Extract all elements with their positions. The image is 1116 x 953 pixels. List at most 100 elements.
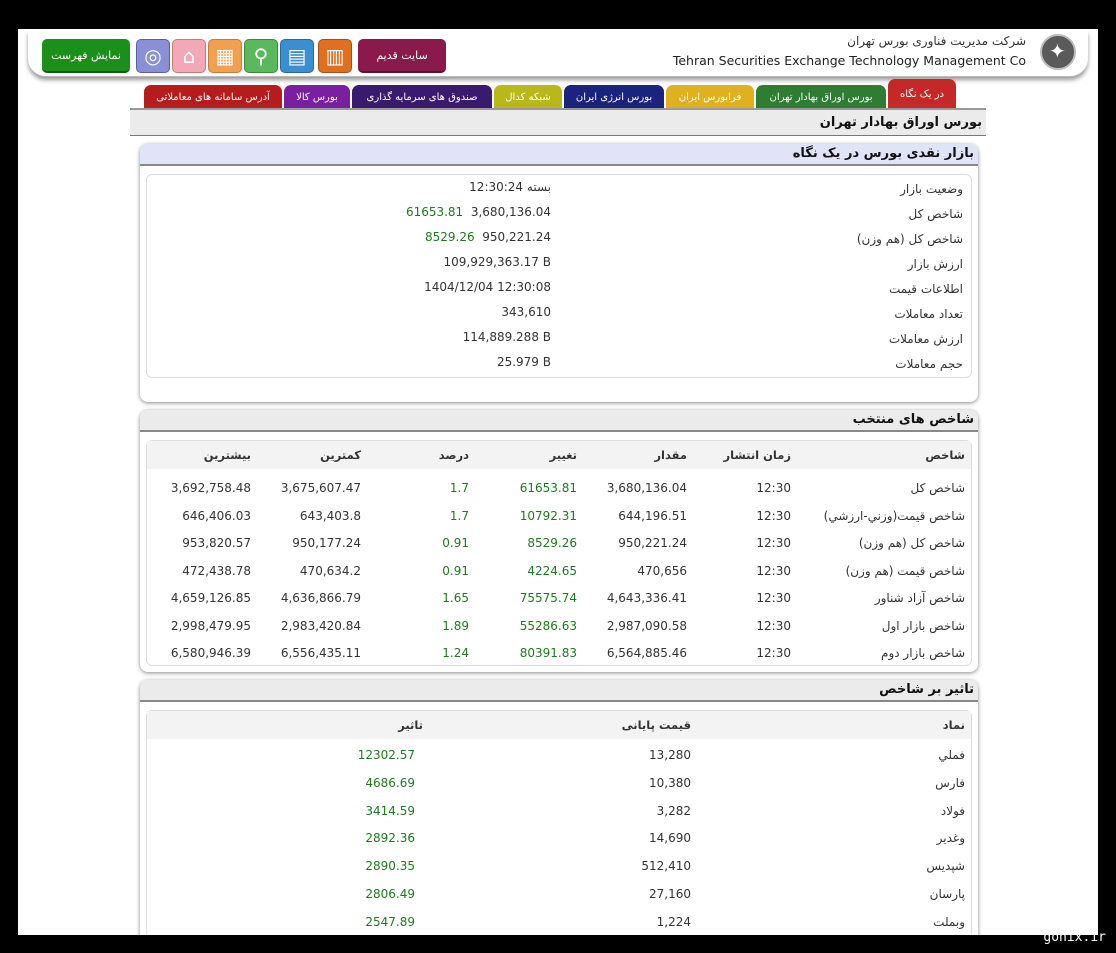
table-row: فولاد 3,282 3414.59 <box>147 797 971 824</box>
tab-codal[interactable]: شبکه کدال <box>494 85 562 109</box>
calculator-icon[interactable]: ▦ <box>208 39 242 73</box>
search-icon[interactable]: ⚲ <box>244 39 278 73</box>
table-row: شاخص بازار دوم 12:30 6,564,885.46 80391.83 1… <box>147 639 971 666</box>
table-cell[interactable]: فارس <box>935 776 965 790</box>
table-cell[interactable]: فولاد <box>941 804 965 818</box>
table-cell[interactable]: شپديس <box>926 859 965 873</box>
table-row: شاخص قیمت (هم وزن) 12:30 470,656 4224.65 0.9… <box>147 557 971 584</box>
table-cell: 470,634.2 <box>299 563 361 578</box>
home-icon[interactable]: ⌂ <box>172 39 206 73</box>
selected-indices-table: شاخص زمان انتشار مقدار تغییر درصد کمترین… <box>146 440 972 666</box>
company-name-fa: شرکت مدیریت فناوری بورس تهران <box>847 34 1026 48</box>
table-cell: 1.89 <box>442 618 469 633</box>
market-glance-title: بازار نقدی بورس در یک نگاه <box>140 144 978 166</box>
exchange-logo-icon <box>1040 34 1076 70</box>
column-header[interactable]: مقدار <box>654 448 687 462</box>
site-header: شرکت مدیریت فناوری بورس تهران Tehran Sec… <box>28 31 1088 77</box>
table-cell: 61653.81 <box>519 481 577 495</box>
table-cell: 0.91 <box>442 536 469 550</box>
table-cell: 2547.89 <box>365 914 415 929</box>
table-cell: شاخص بازار دوم <box>881 646 965 660</box>
table-cell: 6,556,435.11 <box>280 646 361 660</box>
table-cell[interactable]: فملي <box>938 748 965 762</box>
book-icon[interactable]: ▤ <box>280 39 314 73</box>
table-cell: 953,820.57 <box>182 536 251 550</box>
table-cell: 470,656 <box>637 563 687 578</box>
table-cell: 8529.26 <box>527 536 577 550</box>
table-header: نماد قیمت پایانی تاثیر <box>147 711 971 739</box>
column-header[interactable]: تاثیر <box>398 718 423 732</box>
index-impact-panel: تاثیر بر شاخص نماد قیمت پایانی تاثیر فمل… <box>140 680 978 935</box>
table-cell: 2892.36 <box>365 831 415 846</box>
tab-investment-funds[interactable]: صندوق های سرمایه گذاری <box>352 85 492 109</box>
table-cell: 10,380 <box>649 775 691 790</box>
tab-trading-systems[interactable]: آدرس سامانه های معاملاتی <box>144 85 282 109</box>
table-row: وغدير 14,690 2892.36 <box>147 824 971 851</box>
table-cell: 13,280 <box>649 748 691 762</box>
table-cell: 3414.59 <box>365 803 415 818</box>
table-cell: 12:30 <box>756 536 791 550</box>
table-row: شاخص قیمت(وزني-ارزشي) 12:30 644,196.51 1079… <box>147 502 971 529</box>
table-cell: 6,580,946.39 <box>170 646 251 660</box>
table-cell: شاخص کل <box>910 481 965 495</box>
tab-at-a-glance[interactable]: در یک نگاه <box>888 79 956 109</box>
tab-ifb[interactable]: فرابورس ایران <box>666 85 754 109</box>
table-cell: 12:30 <box>756 508 791 523</box>
market-glance-panel: بازار نقدی بورس در یک نگاه وضعیت بازار بس… <box>140 144 978 402</box>
table-cell: 14,690 <box>649 831 691 846</box>
column-header[interactable]: قیمت پایانی <box>622 718 691 732</box>
column-header[interactable]: شاخص <box>925 448 965 462</box>
tab-energy-exchange[interactable]: بورس انرژی ایران <box>564 85 664 109</box>
table-cell: 2,987,090.58 <box>606 618 687 633</box>
table-row: شاخص کل 12:30 3,680,136.04 61653.81 1.7 3,675… <box>147 474 971 501</box>
table-cell: 4,643,336.41 <box>606 591 687 605</box>
table-row: فارس 10,380 4686.69 <box>147 769 971 796</box>
table-cell: 10792.31 <box>519 508 577 523</box>
table-cell[interactable]: وغدير <box>937 831 965 845</box>
list-item: ارزش معاملات 114,889.288 B <box>462 330 963 346</box>
selected-indices-title: شاخص های منتخب <box>140 410 978 432</box>
table-cell: 27,160 <box>649 887 691 901</box>
page-title: بورس اوراق بهادار تهران <box>130 108 986 136</box>
old-site-button[interactable]: سایت قدیم <box>358 39 446 73</box>
table-cell: شاخص کل (هم وزن) <box>858 536 965 550</box>
table-row: فملي 13,280 12302.57 <box>147 741 971 768</box>
column-header[interactable]: نماد <box>943 718 965 732</box>
market-glance-list: وضعیت بازار بسته 12:30:24 شاخص کل 61653.81… <box>146 174 972 378</box>
column-header[interactable]: درصد <box>439 448 469 462</box>
table-cell: 12:30 <box>756 481 791 495</box>
tab-tehran-stock-exchange[interactable]: بورس اوراق بهادار تهران <box>756 85 886 109</box>
table-cell: 55286.63 <box>519 618 577 633</box>
company-name-en: Tehran Securities Exchange Technology Ma… <box>672 53 1026 68</box>
table-cell: 3,675,607.47 <box>280 481 361 495</box>
table-cell: 1.24 <box>442 646 469 660</box>
table-cell: 950,177.24 <box>292 536 361 550</box>
column-header[interactable]: کمترین <box>320 448 361 462</box>
table-cell: 646,406.03 <box>182 508 251 523</box>
table-cell: 2,983,420.84 <box>280 618 361 633</box>
table-row: شاخص کل (هم وزن) 12:30 950,221.24 8529.26 0.… <box>147 529 971 556</box>
table-cell: شاخص آزاد شناور <box>874 591 965 605</box>
table-cell: 12:30 <box>756 563 791 578</box>
grid-icon[interactable]: ▥ <box>318 39 352 73</box>
table-cell: 4224.65 <box>527 563 577 578</box>
table-cell: 1.7 <box>449 508 469 523</box>
tab-commodity-exchange[interactable]: بورس کالا <box>284 85 350 109</box>
column-header[interactable]: زمان انتشار <box>724 448 791 462</box>
table-cell: 0.91 <box>442 563 469 578</box>
column-header[interactable]: تغییر <box>550 448 577 462</box>
table-cell: 4,659,126.85 <box>170 591 251 605</box>
table-cell[interactable]: پارسان <box>930 887 965 901</box>
watermark: gonix.ir <box>1043 930 1106 945</box>
show-menu-button[interactable]: نمایش فهرست <box>42 39 130 73</box>
list-item: تعداد معاملات 343,610 <box>501 305 963 321</box>
table-cell: شاخص قیمت(وزني-ارزشي) <box>823 508 965 523</box>
list-item: حجم معاملات 25.979 B <box>496 355 963 371</box>
table-cell: 2890.35 <box>365 859 415 874</box>
list-item: ارزش بازار 109,929,363.17 B <box>443 255 963 271</box>
table-cell: 3,282 <box>656 803 691 818</box>
table-cell[interactable]: وبملت <box>933 915 965 929</box>
column-header[interactable]: بیشترین <box>204 448 251 462</box>
globe-icon[interactable]: ◎ <box>136 39 170 73</box>
table-cell: 2806.49 <box>365 887 415 901</box>
